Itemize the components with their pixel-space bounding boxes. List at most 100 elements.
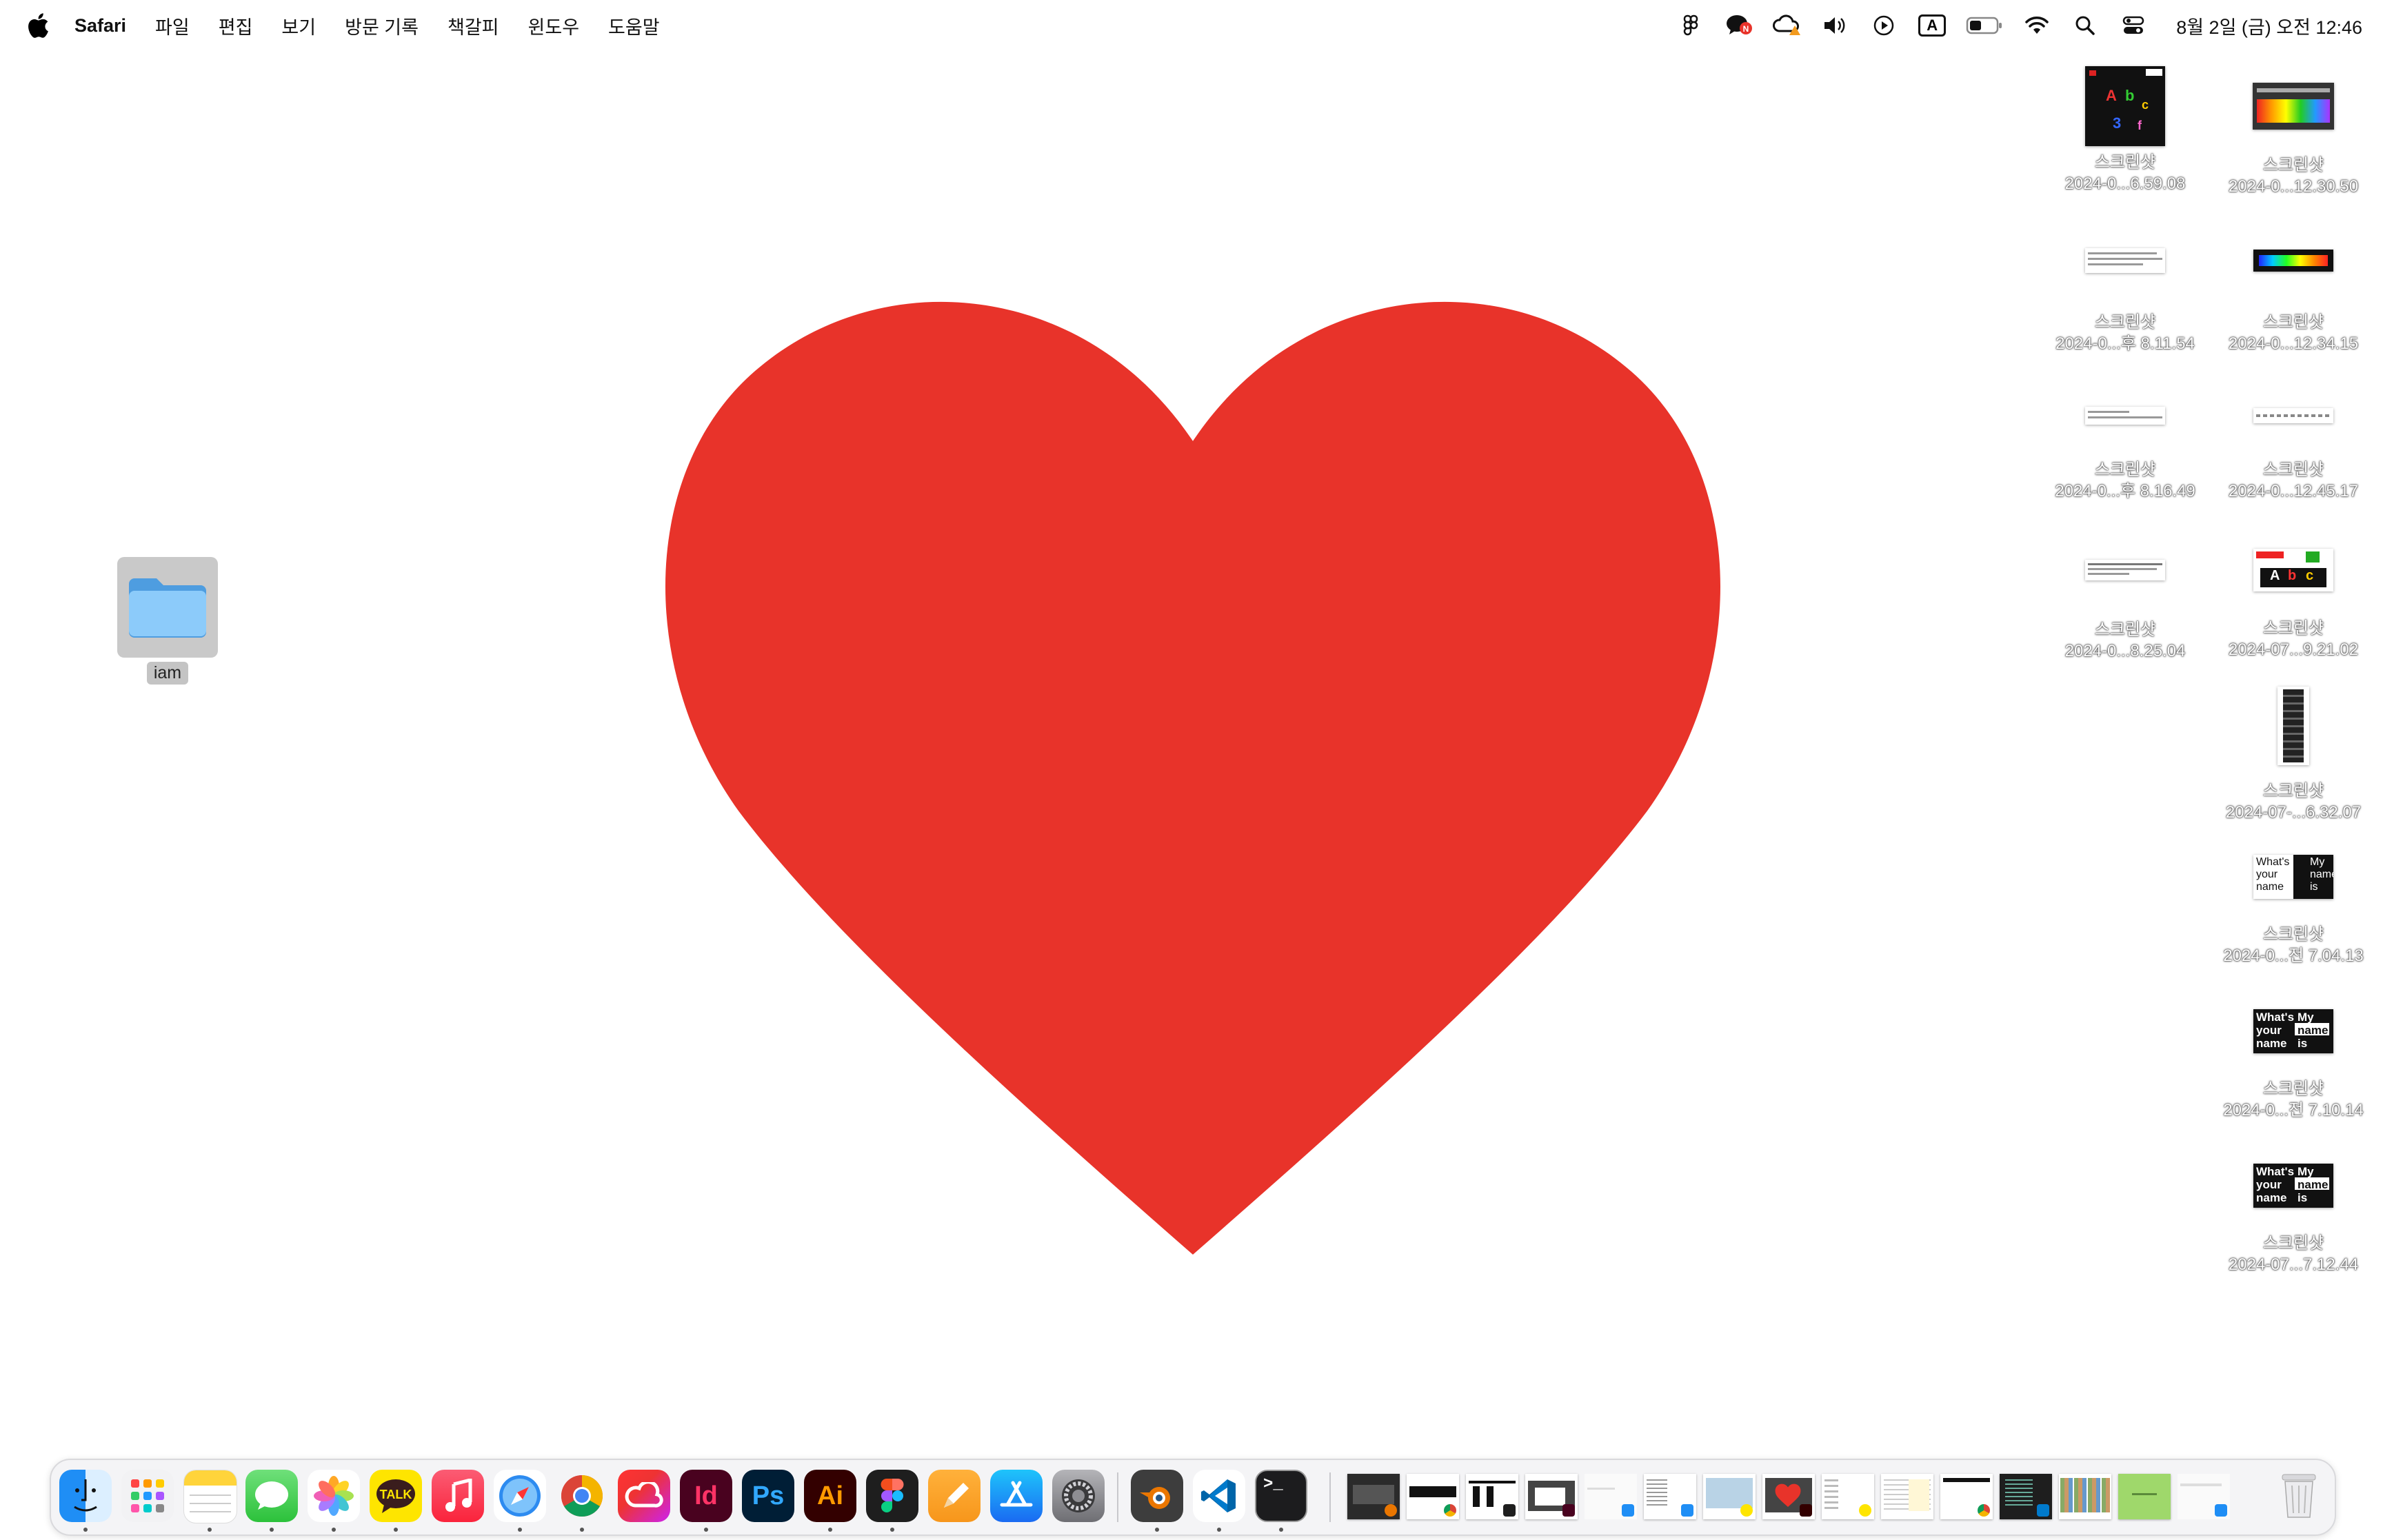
file-name-line2: 2024-07...9.21.02 <box>2228 640 2359 659</box>
file-name-line1: 스크린샷 <box>2262 1080 2324 1098</box>
play-icon[interactable] <box>1869 10 1899 41</box>
thumb-text: What's <box>2256 1165 2295 1178</box>
launchpad-icon[interactable] <box>121 1470 174 1522</box>
photos-icon[interactable] <box>308 1470 360 1522</box>
system-settings-icon[interactable] <box>1052 1470 1105 1522</box>
menu-file[interactable]: 파일 <box>155 12 190 39</box>
thumb-text: your <box>2256 1178 2282 1191</box>
figma-icon[interactable] <box>1676 10 1706 41</box>
blender-icon[interactable] <box>1131 1470 1183 1522</box>
file-name-line2: 2024-0...후 8.11.54 <box>2055 334 2195 353</box>
creative-cloud-icon[interactable] <box>618 1470 670 1522</box>
desktop-file-screenshot[interactable]: 스크린샷 2024-0...12.45.17 <box>2218 408 2369 502</box>
desktop-file-screenshot[interactable]: What's your name My name is 스크린샷 2024-07… <box>2218 1164 2369 1275</box>
thumb-text: name <box>2256 881 2284 893</box>
file-name-line1: 스크린샷 <box>2262 313 2324 332</box>
control-center-icon[interactable] <box>2118 10 2149 41</box>
file-name-line2: 2024-07...7.12.44 <box>2228 1255 2359 1274</box>
running-indicator <box>704 1528 708 1532</box>
desktop-file-screenshot[interactable]: A b c 스크린샷 2024-07...9.21.02 <box>2218 549 2369 660</box>
kakaotalk-badge-icon[interactable]: N <box>1724 10 1754 41</box>
trash-icon[interactable] <box>2273 1470 2325 1522</box>
input-source-label: A <box>1918 14 1947 37</box>
file-thumbnail <box>2253 408 2333 423</box>
finder-window-thumb-2[interactable] <box>1644 1474 1696 1519</box>
app-store-icon[interactable] <box>990 1470 1043 1522</box>
desktop-file-screenshot[interactable]: 스크린샷 2024-0...후 8.11.54 <box>2049 248 2201 354</box>
file-thumbnail <box>2085 560 2165 580</box>
running-indicator <box>394 1528 398 1532</box>
vscode-window-thumb[interactable] <box>2000 1474 2052 1519</box>
file-name-line1: 스크린샷 <box>2094 153 2156 172</box>
menu-view[interactable]: 보기 <box>281 12 316 39</box>
finder-window-thumb-3[interactable] <box>2178 1474 2230 1519</box>
desktop-file-screenshot[interactable]: 스크린샷 2024-0...8.25.04 <box>2049 560 2201 662</box>
safari-icon[interactable] <box>494 1470 546 1522</box>
creative-cloud-warning-icon[interactable] <box>1772 10 1802 41</box>
file-name-line1: 스크린샷 <box>2262 619 2324 638</box>
file-name-line2: 2024-0...12.45.17 <box>2228 482 2359 500</box>
illustrator-window-thumb[interactable] <box>1762 1474 1815 1519</box>
volume-icon[interactable] <box>1820 10 1851 41</box>
file-name-line2: 2024-0...12.30.50 <box>2228 177 2359 196</box>
figma-icon[interactable] <box>866 1470 918 1522</box>
file-name-line2: 2024-0...12.34.15 <box>2228 334 2359 353</box>
kakaotalk-icon[interactable]: TALK <box>370 1470 422 1522</box>
thumb-text: My <box>2310 856 2325 868</box>
menu-window[interactable]: 윈도우 <box>528 12 580 39</box>
dock-separator <box>1117 1472 1118 1522</box>
kakaotalk-window-thumb-2[interactable] <box>1822 1474 1874 1519</box>
terminal-icon[interactable]: >_ <box>1255 1470 1307 1522</box>
file-name-line1: 스크린샷 <box>2262 460 2324 479</box>
kakaotalk-window-thumb[interactable] <box>1703 1474 1756 1519</box>
battery-icon[interactable] <box>1965 10 2004 41</box>
menu-edit[interactable]: 편집 <box>219 12 253 39</box>
input-source-icon[interactable]: A <box>1917 10 1947 41</box>
illustrator-icon[interactable]: Ai <box>804 1470 856 1522</box>
wifi-icon[interactable] <box>2022 10 2052 41</box>
desktop-file-screenshot[interactable]: What's your name My name is 스크린샷 2024-0.… <box>2218 855 2369 966</box>
menu-clock[interactable]: 8월 2일 (금) 오전 12:46 <box>2176 12 2362 39</box>
finder-icon[interactable] <box>59 1470 112 1522</box>
menu-history[interactable]: 방문 기록 <box>345 12 419 39</box>
menu-help[interactable]: 도움말 <box>608 12 660 39</box>
thumb-text: name <box>2297 1024 2329 1037</box>
menu-bar: Safari 파일 편집 보기 방문 기록 책갈피 윈도우 도움말 N A 8월… <box>0 0 2383 51</box>
photoshop-icon[interactable]: Ps <box>742 1470 794 1522</box>
folder-icon <box>129 578 206 638</box>
blender-window-thumb[interactable] <box>1347 1474 1400 1519</box>
indesign-window-thumb[interactable] <box>1525 1474 1578 1519</box>
vscode-icon[interactable] <box>1193 1470 1245 1522</box>
terminal-label: >_ <box>1263 1475 1283 1494</box>
chrome-icon[interactable] <box>556 1470 608 1522</box>
running-indicator <box>1279 1528 1283 1532</box>
notes-icon[interactable] <box>183 1470 237 1523</box>
desktop-file-screenshot[interactable]: A b c 3 f 스크린샷 2024-0...6.59.08 <box>2049 66 2201 194</box>
file-thumbnail: A b c <box>2253 549 2333 591</box>
figma-window-thumb[interactable] <box>1466 1474 1518 1519</box>
file-name-line1: 스크린샷 <box>2262 782 2324 800</box>
finder-window-thumb[interactable] <box>1585 1474 1637 1519</box>
music-icon[interactable] <box>432 1470 484 1522</box>
pages-icon[interactable] <box>928 1470 981 1522</box>
chrome-window-thumb[interactable] <box>1407 1474 1459 1519</box>
photos-window-thumb[interactable] <box>2059 1474 2111 1519</box>
menu-app-name[interactable]: Safari <box>74 15 126 37</box>
desktop-file-screenshot[interactable]: 스크린샷 2024-0...12.30.50 <box>2218 83 2369 197</box>
notes-window-thumb[interactable] <box>1881 1474 1933 1519</box>
desktop-folder-iam[interactable]: iam <box>117 557 218 685</box>
running-indicator <box>828 1528 832 1532</box>
file-name-line1: 스크린샷 <box>2094 313 2156 332</box>
apple-logo-icon[interactable] <box>25 11 50 40</box>
desktop-file-screenshot[interactable]: 스크린샷 2024-07-...6.32.07 <box>2218 687 2369 823</box>
desktop-file-screenshot[interactable]: 스크린샷 2024-0...12.34.15 <box>2218 250 2369 354</box>
chrome-window-thumb-2[interactable] <box>1940 1474 1993 1519</box>
desktop-file-screenshot[interactable]: 스크린샷 2024-0...후 8.16.49 <box>2049 407 2201 502</box>
indesign-icon[interactable]: Id <box>680 1470 732 1522</box>
search-icon[interactable] <box>2070 10 2100 41</box>
file-name-line1: 스크린샷 <box>2094 620 2156 639</box>
messages-icon[interactable] <box>245 1470 298 1522</box>
stickies-window-thumb[interactable] <box>2118 1474 2171 1519</box>
menu-bookmarks[interactable]: 책갈피 <box>448 12 499 39</box>
desktop-file-screenshot[interactable]: What's your name My name is 스크린샷 2024-0.… <box>2218 1009 2369 1121</box>
